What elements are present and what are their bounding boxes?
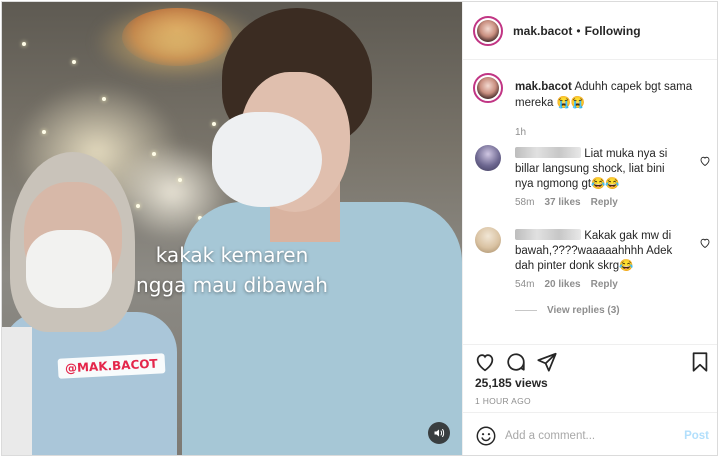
action-bar	[463, 344, 717, 374]
avatar[interactable]	[473, 73, 503, 103]
caption-username[interactable]: mak.bacot	[515, 81, 572, 93]
face-mask	[26, 230, 112, 308]
heart-icon[interactable]	[699, 155, 711, 167]
bookmark-icon[interactable]	[689, 351, 711, 373]
header-separator: •	[576, 23, 581, 38]
post-window: kakak kemaren ngga mau dibawah @MAK.BACO…	[1, 1, 718, 456]
follow-status-button[interactable]: Following	[585, 24, 641, 38]
view-count[interactable]: 25,185 views	[475, 376, 548, 390]
comment-time[interactable]: 58m	[515, 197, 534, 208]
comment-likes[interactable]: 20 likes	[544, 279, 580, 290]
redacted-username[interactable]	[515, 229, 581, 240]
video-caption-overlay: kakak kemaren ngga mau dibawah	[136, 243, 328, 297]
post-sidebar: mak.bacot • Following mak.bacot Aduhh ca…	[462, 2, 717, 455]
comment-likes[interactable]: 37 likes	[544, 197, 580, 208]
caption-time[interactable]: 1h	[515, 127, 526, 138]
redacted-username[interactable]	[515, 147, 581, 158]
avatar[interactable]	[473, 15, 503, 46]
divider	[515, 310, 537, 311]
post-button[interactable]: Post	[684, 430, 709, 442]
woman-figure	[2, 152, 187, 455]
heart-icon[interactable]	[699, 237, 711, 249]
comment-icon[interactable]	[505, 351, 527, 373]
speaker-icon	[434, 429, 445, 437]
post-timestamp[interactable]: 1 HOUR AGO	[475, 396, 531, 406]
avatar[interactable]	[475, 145, 501, 171]
video-player[interactable]: kakak kemaren ngga mau dibawah @MAK.BACO…	[2, 2, 462, 455]
comment-time[interactable]: 54m	[515, 279, 534, 290]
comments-list[interactable]: mak.bacot Aduhh capek bgt sama mereka 😭😭…	[463, 61, 717, 344]
view-replies-button[interactable]: View replies (3)	[515, 305, 620, 316]
avatar[interactable]	[475, 227, 501, 253]
man-figure	[182, 2, 462, 455]
share-icon[interactable]	[536, 351, 558, 373]
smiley-icon[interactable]	[475, 425, 497, 447]
comment-input[interactable]	[505, 425, 675, 447]
view-replies-label: View replies (3)	[547, 305, 620, 316]
post-header: mak.bacot • Following	[463, 2, 717, 60]
header-username[interactable]: mak.bacot	[513, 24, 572, 38]
reply-button[interactable]: Reply	[591, 197, 618, 208]
comment-composer: Post	[463, 412, 717, 455]
face-mask	[212, 112, 322, 207]
reply-button[interactable]: Reply	[591, 279, 618, 290]
heart-icon[interactable]	[474, 351, 496, 373]
mute-toggle-button[interactable]	[428, 422, 450, 444]
